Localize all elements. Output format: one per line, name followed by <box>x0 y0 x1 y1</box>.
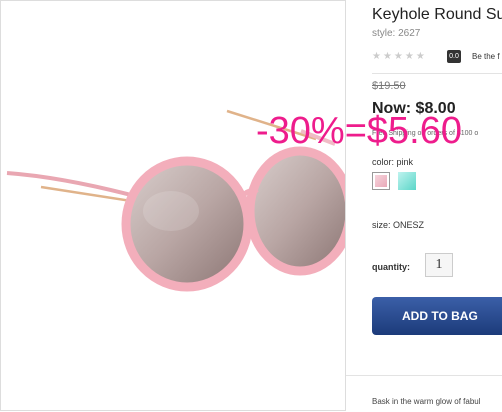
style-number: style: 2627 <box>372 28 421 39</box>
product-title: Keyhole Round Sun <box>372 6 502 23</box>
quantity-input[interactable]: 1 <box>425 253 453 277</box>
swatch-fill <box>375 175 387 187</box>
discount-overlay: -30%=$5.60 <box>256 110 462 152</box>
rating-badge: 0.0 <box>447 50 461 63</box>
write-review-link[interactable]: Be the f <box>472 52 500 61</box>
product-description: Bask in the warm glow of fabul <box>372 397 481 406</box>
product-image <box>0 0 346 411</box>
original-price: $19.50 <box>372 80 406 92</box>
color-swatch-pink[interactable] <box>372 172 390 190</box>
quantity-label: quantity: <box>372 262 410 272</box>
divider <box>346 375 502 376</box>
star-rating[interactable]: ★★★★★ <box>372 51 427 62</box>
size-label: size: ONESZ <box>372 220 425 230</box>
color-label: color: pink <box>372 157 414 167</box>
color-swatch-teal[interactable] <box>398 172 416 190</box>
add-to-bag-button[interactable]: ADD TO BAG <box>372 297 502 335</box>
swatch-fill <box>398 172 416 190</box>
sunglasses-image <box>6 109 345 292</box>
divider <box>372 73 502 74</box>
